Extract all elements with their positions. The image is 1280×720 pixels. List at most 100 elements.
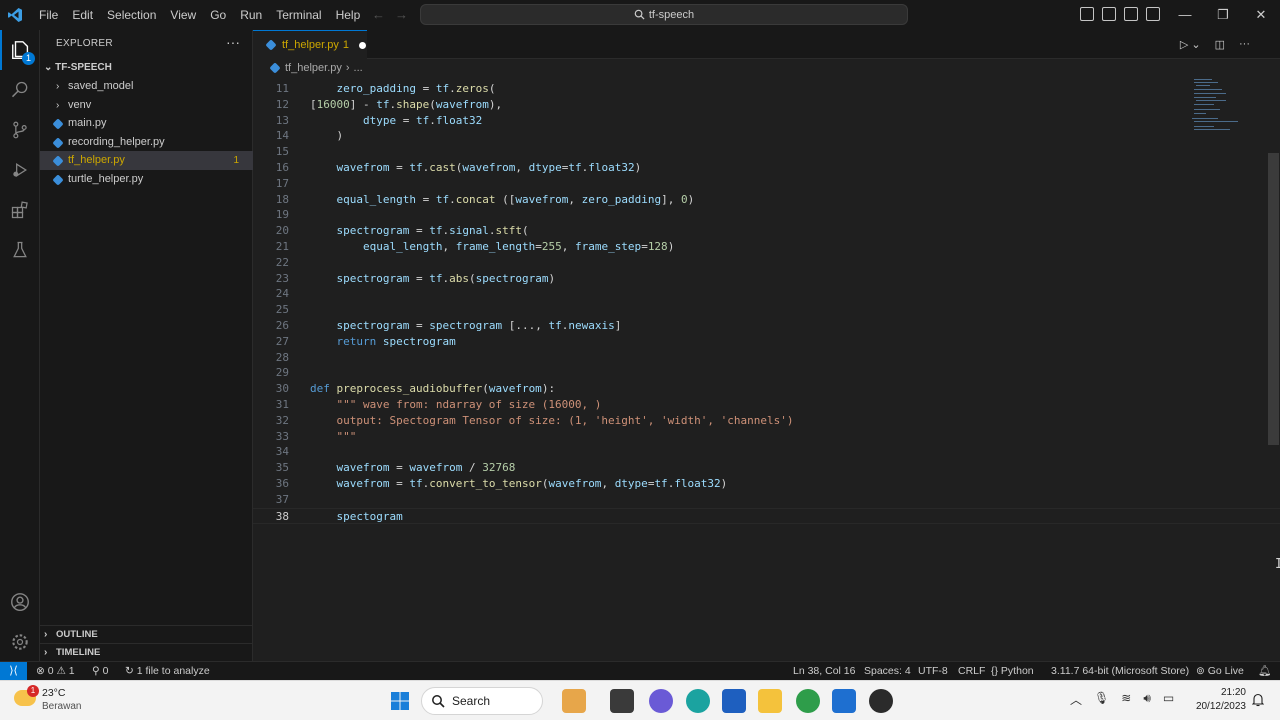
search-icon[interactable]: [0, 70, 40, 110]
toggle-panel-icon[interactable]: [1102, 7, 1116, 21]
notification-bell-icon[interactable]: [1251, 693, 1265, 710]
split-editor-icon[interactable]: ◫: [1215, 38, 1225, 51]
menu-help[interactable]: Help: [329, 0, 368, 30]
testing-icon[interactable]: [0, 230, 40, 270]
minimap[interactable]: [1190, 77, 1250, 137]
microphone-icon[interactable]: 🎙︎: [1094, 691, 1109, 708]
vscode-taskbar-icon[interactable]: [832, 689, 856, 713]
customize-layout-icon[interactable]: [1146, 7, 1160, 21]
wifi-icon[interactable]: ≋: [1121, 691, 1131, 708]
remote-indicator[interactable]: ⟩⟨: [0, 662, 27, 681]
start-windows-icon[interactable]: [388, 689, 412, 713]
run-python-file-icon[interactable]: ▷ ⌄: [1180, 38, 1201, 51]
tree-item-tf-helper[interactable]: tf_helper.py 1: [40, 151, 253, 170]
edge-browser-icon[interactable]: [686, 689, 710, 713]
widgets-app-icon[interactable]: [562, 689, 586, 713]
menu-go[interactable]: Go: [203, 0, 233, 30]
indentation[interactable]: Spaces: 4: [864, 662, 911, 680]
cursor-position[interactable]: Ln 38, Col 16: [793, 662, 855, 680]
breadcrumb-file[interactable]: tf_helper.py: [285, 59, 342, 77]
code-line[interactable]: 15: [253, 144, 1280, 160]
code-line[interactable]: 12 [16000] - tf.shape(wavefrom),: [253, 97, 1280, 113]
recorder-app-icon[interactable]: [869, 689, 893, 713]
volume-icon[interactable]: 🔊︎: [1143, 691, 1151, 708]
run-debug-icon[interactable]: [0, 150, 40, 190]
code-line[interactable]: 33 """: [253, 429, 1280, 445]
code-line[interactable]: 17: [253, 176, 1280, 192]
settings-gear-icon[interactable]: [0, 622, 40, 662]
code-line[interactable]: 20 spectrogram = tf.signal.stft(: [253, 223, 1280, 239]
menu-selection[interactable]: Selection: [100, 0, 163, 30]
close-button[interactable]: ✕: [1242, 0, 1280, 30]
unsaved-dot-icon[interactable]: [359, 41, 366, 49]
code-line[interactable]: 32 output: Spectogram Tensor of size: (1…: [253, 413, 1280, 429]
workspace-folder-header[interactable]: ⌄ TF-SPEECH: [40, 59, 253, 77]
maximize-button[interactable]: ❐: [1204, 0, 1242, 30]
breadcrumb-symbol[interactable]: ...: [354, 59, 363, 77]
go-live-button[interactable]: ⊚ Go Live: [1196, 662, 1244, 680]
code-line[interactable]: 19: [253, 207, 1280, 223]
analyze-status[interactable]: ↻ 1 file to analyze: [125, 662, 210, 680]
minimize-button[interactable]: —: [1166, 0, 1204, 30]
code-line[interactable]: 35 wavefrom = wavefrom / 32768: [253, 460, 1280, 476]
notifications-icon[interactable]: 🔔︎: [1258, 662, 1271, 680]
code-line[interactable]: 37: [253, 492, 1280, 508]
store-app-icon[interactable]: [722, 689, 746, 713]
menu-view[interactable]: View: [163, 0, 203, 30]
tree-item-main-py[interactable]: main.py: [40, 114, 253, 133]
source-control-icon[interactable]: [0, 110, 40, 150]
battery-icon[interactable]: ▭: [1163, 691, 1174, 708]
file-explorer-icon[interactable]: [758, 689, 782, 713]
code-line[interactable]: 18 equal_length = tf.concat ([wavefrom, …: [253, 192, 1280, 208]
command-center-search[interactable]: tf-speech: [420, 4, 908, 25]
menu-terminal[interactable]: Terminal: [269, 0, 328, 30]
toggle-primary-sidebar-icon[interactable]: [1080, 7, 1094, 21]
code-line[interactable]: 27 return spectrogram: [253, 334, 1280, 350]
system-clock[interactable]: 21:20 20/12/2023: [1192, 686, 1246, 714]
code-line[interactable]: 25: [253, 302, 1280, 318]
code-line[interactable]: 23 spectrogram = tf.abs(spectrogram): [253, 271, 1280, 287]
explorer-icon[interactable]: 1: [0, 30, 40, 70]
vertical-scrollbar[interactable]: [1268, 153, 1279, 445]
code-line[interactable]: 11 zero_padding = tf.zeros(: [253, 81, 1280, 97]
tree-item-turtle-helper[interactable]: turtle_helper.py: [40, 170, 253, 189]
menu-run[interactable]: Run: [233, 0, 269, 30]
chrome-browser-icon[interactable]: [796, 689, 820, 713]
more-actions-icon[interactable]: ···: [226, 34, 240, 50]
show-hidden-icons-icon[interactable]: ︿: [1070, 691, 1082, 708]
code-line[interactable]: 21 equal_length, frame_length=255, frame…: [253, 239, 1280, 255]
code-line[interactable]: 36 wavefrom = tf.convert_to_tensor(wavef…: [253, 476, 1280, 492]
menu-file[interactable]: File: [32, 0, 65, 30]
accounts-icon[interactable]: [0, 582, 40, 622]
chat-app-icon[interactable]: [649, 689, 673, 713]
code-editor[interactable]: 11 zero_padding = tf.zeros(12 [16000] - t…: [253, 77, 1280, 661]
ports-status[interactable]: ⚲ 0: [92, 662, 108, 680]
tab-tf-helper[interactable]: tf_helper.py 1: [253, 30, 367, 59]
code-line[interactable]: 24: [253, 286, 1280, 302]
end-of-line[interactable]: CRLF: [958, 662, 985, 680]
nav-arrows[interactable]: ←→: [372, 7, 418, 22]
timeline-section[interactable]: › TIMELINE: [40, 643, 253, 661]
code-line[interactable]: 38 spectogram: [253, 507, 1280, 524]
taskbar-search[interactable]: Search: [421, 687, 543, 715]
tree-item-recording-helper[interactable]: recording_helper.py: [40, 133, 253, 152]
extensions-icon[interactable]: [0, 190, 40, 230]
code-line[interactable]: 28: [253, 350, 1280, 366]
code-line[interactable]: 13 dtype = tf.float32: [253, 113, 1280, 129]
encoding[interactable]: UTF-8: [918, 662, 948, 680]
code-line[interactable]: 16 wavefrom = tf.cast(wavefrom, dtype=tf…: [253, 160, 1280, 176]
code-line[interactable]: 31 """ wave from: ndarray of size (16000…: [253, 397, 1280, 413]
code-line[interactable]: 30 def preprocess_audiobuffer(wavefrom):: [253, 381, 1280, 397]
language-mode[interactable]: {} Python: [991, 662, 1034, 680]
toggle-secondary-sidebar-icon[interactable]: [1124, 7, 1138, 21]
code-line[interactable]: 29: [253, 365, 1280, 381]
menu-edit[interactable]: Edit: [65, 0, 100, 30]
code-line[interactable]: 14 ): [253, 128, 1280, 144]
problems-status[interactable]: ⊗ 0 ⚠ 1: [36, 662, 75, 680]
task-view-icon[interactable]: [610, 689, 634, 713]
code-line[interactable]: 34: [253, 444, 1280, 460]
python-interpreter[interactable]: 3.11.7 64-bit (Microsoft Store): [1051, 662, 1189, 680]
code-line[interactable]: 26 spectrogram = spectrogram [..., tf.ne…: [253, 318, 1280, 334]
code-line[interactable]: 22: [253, 255, 1280, 271]
tree-item-venv[interactable]: › venv: [40, 96, 253, 115]
